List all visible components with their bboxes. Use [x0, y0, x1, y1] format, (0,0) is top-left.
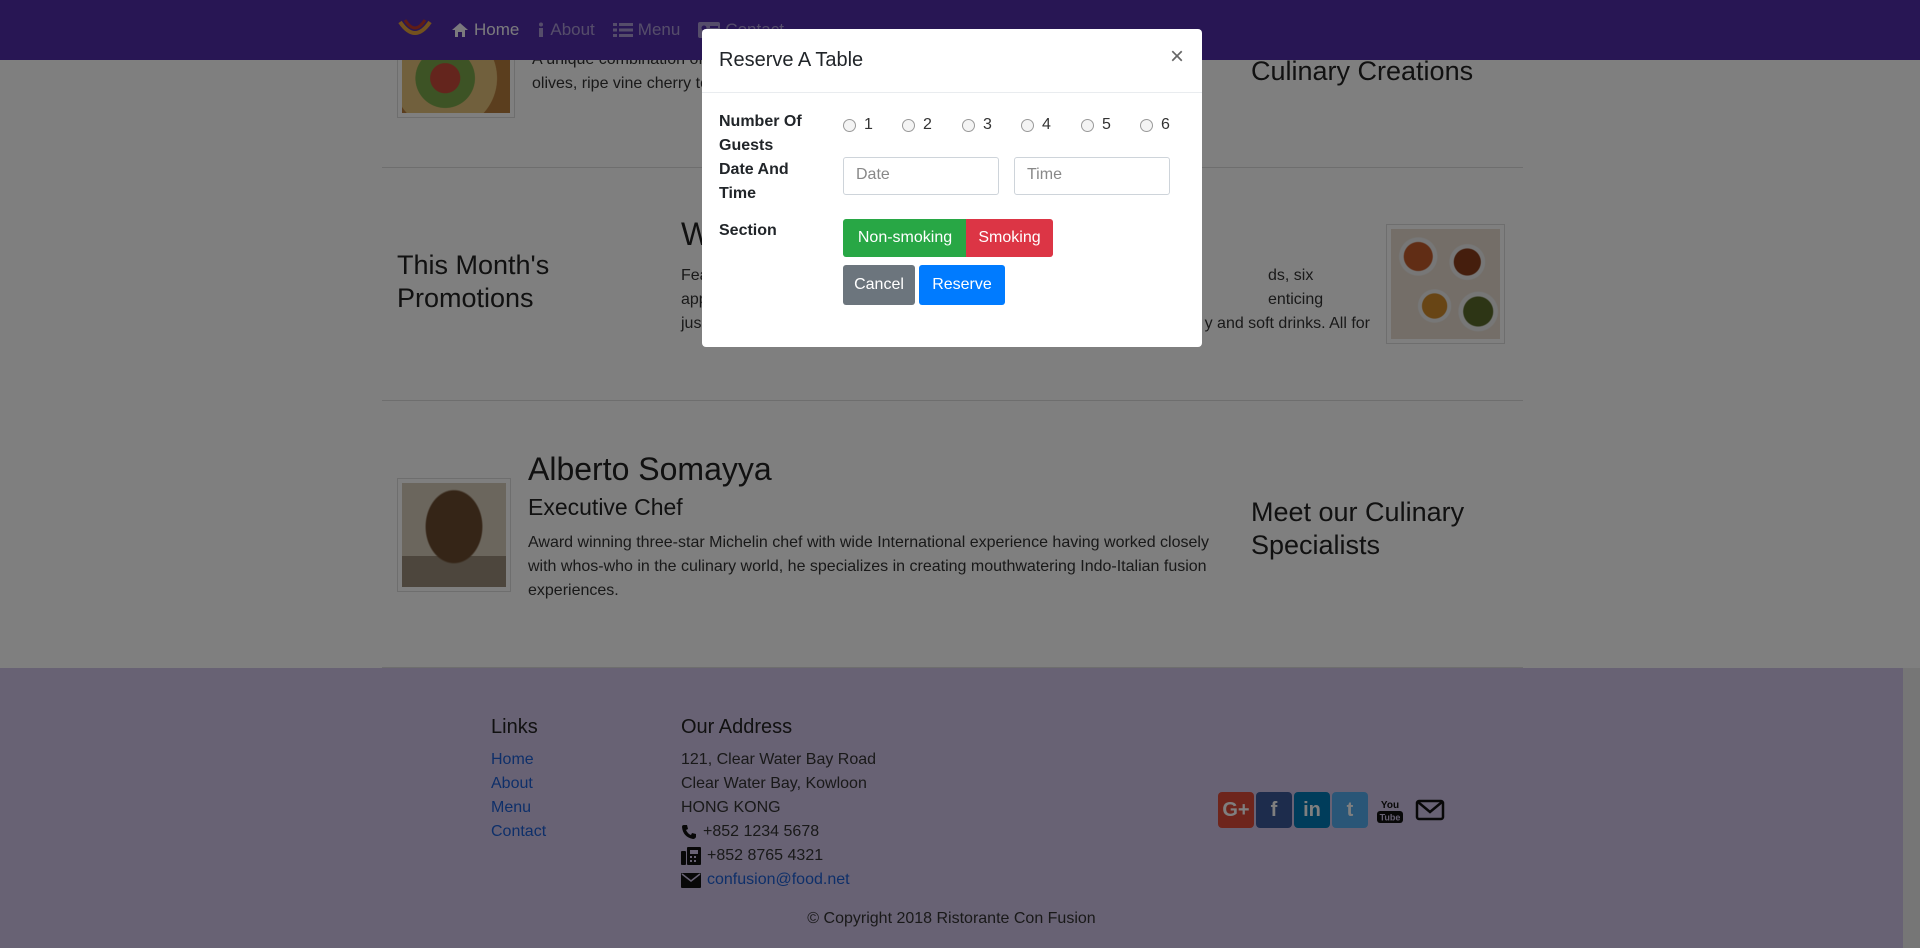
guests-option-label: 2 [923, 116, 932, 133]
close-icon[interactable]: × [1170, 43, 1184, 71]
guests-radio-5[interactable]: 5 [1081, 116, 1111, 134]
guests-radio-2[interactable]: 2 [902, 116, 932, 134]
guests-option-label: 4 [1042, 116, 1051, 133]
reserve-table-modal: Reserve A Table × Number Of Guests 1 2 3… [702, 29, 1202, 347]
guests-option-label: 3 [983, 116, 992, 133]
guests-radio-6[interactable]: 6 [1140, 116, 1170, 134]
radio-button[interactable] [1081, 118, 1094, 132]
modal-header: Reserve A Table × [702, 29, 1202, 93]
radio-button[interactable] [902, 118, 915, 132]
guests-radio-3[interactable]: 3 [962, 116, 992, 134]
non-smoking-button[interactable]: Non-smoking [843, 219, 967, 257]
radio-button[interactable] [1021, 118, 1034, 132]
date-input[interactable]: Date [843, 157, 999, 195]
section-label: Section [719, 222, 777, 239]
radio-button[interactable] [962, 118, 975, 132]
time-input[interactable]: Time [1014, 157, 1170, 195]
guests-label-line1: Number Of [719, 113, 802, 130]
guests-label-line2: Guests [719, 137, 774, 154]
guests-label: Number Of Guests [719, 110, 802, 158]
radio-button[interactable] [1140, 118, 1153, 132]
reserve-button[interactable]: Reserve [919, 265, 1005, 305]
guests-option-label: 1 [864, 116, 873, 133]
guests-radio-4[interactable]: 4 [1021, 116, 1051, 134]
datetime-label-line1: Date And [719, 161, 789, 178]
cancel-button[interactable]: Cancel [843, 265, 915, 305]
datetime-label: Date And Time [719, 158, 789, 206]
radio-button[interactable] [843, 118, 856, 132]
datetime-label-line2: Time [719, 185, 757, 202]
smoking-button[interactable]: Smoking [966, 219, 1053, 257]
guests-radio-1[interactable]: 1 [843, 116, 873, 134]
guests-option-label: 5 [1102, 116, 1111, 133]
guests-option-label: 6 [1161, 116, 1170, 133]
modal-title: Reserve A Table [719, 49, 864, 71]
